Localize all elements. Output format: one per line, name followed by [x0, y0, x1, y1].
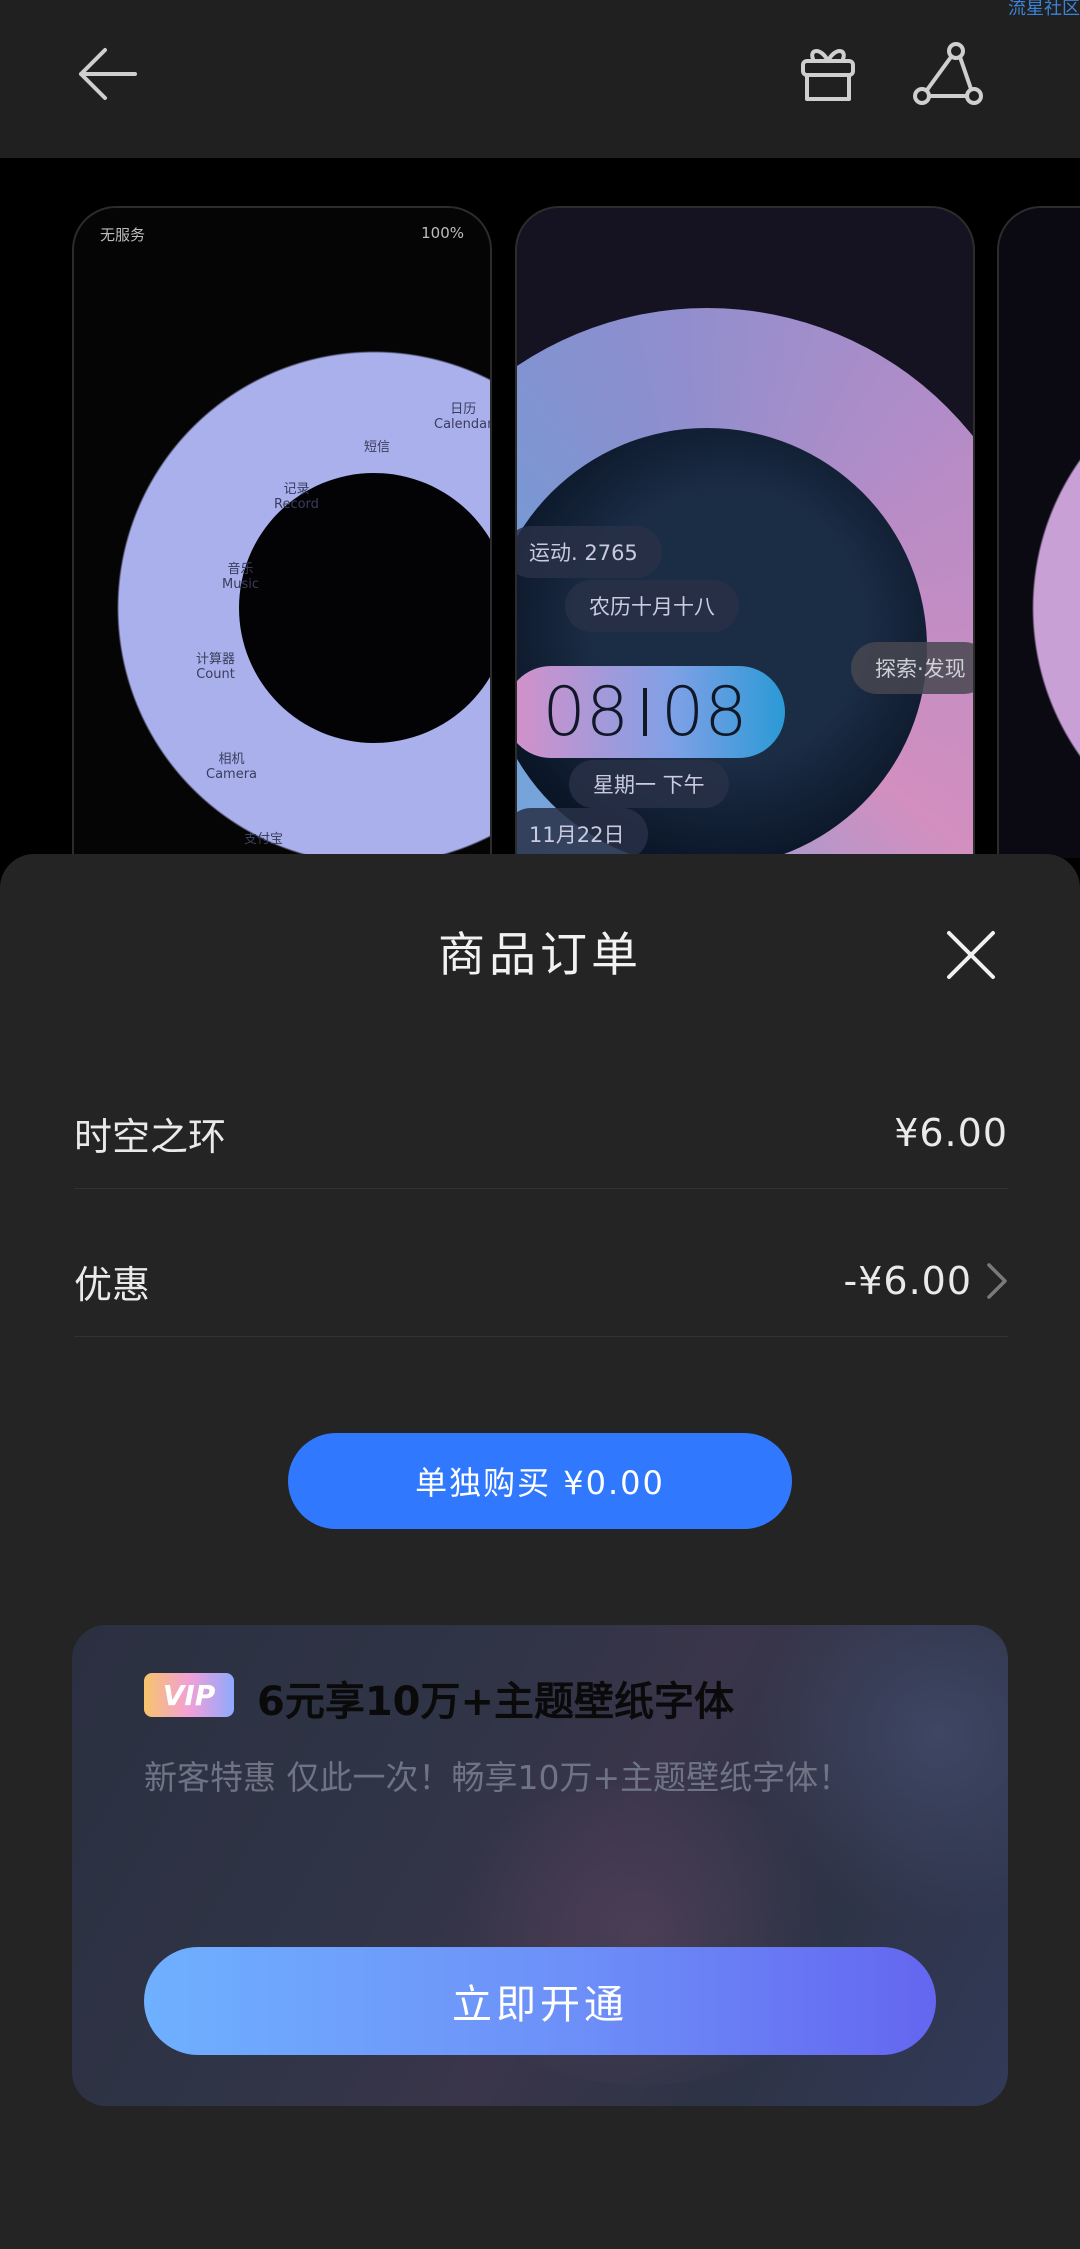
chevron-right-icon: [987, 1263, 1007, 1299]
share-button[interactable]: [908, 36, 988, 112]
app-ring: 日历 Calendar 短信 记录 Record 音乐 Music 计算器 Count …: [114, 348, 492, 858]
preview-card-1[interactable]: 无服务 100% 日历 Calendar 短信 记录 Record 音乐 Music …: [72, 206, 492, 858]
ring-app-calculator: 计算器 Count: [196, 652, 236, 682]
close-button[interactable]: [940, 924, 1002, 986]
ring-app-calendar: 日历 Calendar: [434, 402, 492, 432]
ring-3: [1029, 348, 1080, 858]
lunar-date-pill: 农历十月十八: [565, 580, 739, 632]
theme-preview-carousel[interactable]: 无服务 100% 日历 Calendar 短信 记录 Record 音乐 Music …: [0, 158, 1080, 858]
ring-app-music: 音乐 Music: [222, 562, 259, 592]
gift-button[interactable]: [790, 36, 866, 112]
discount-value: -¥6.00: [843, 1259, 972, 1303]
preview-card-3[interactable]: [997, 206, 1080, 858]
status-battery: 100%: [421, 224, 464, 242]
arrow-left-icon: [79, 48, 137, 100]
gift-icon: [801, 49, 855, 101]
ring-app-sms: 短信: [364, 440, 391, 455]
ring-app-camera: 相机 Camera: [206, 752, 258, 782]
share-icon: [913, 42, 983, 105]
time-display: 08 08: [517, 666, 785, 758]
time-hour: 08: [542, 672, 629, 752]
corner-tag: 流星社区: [1008, 0, 1080, 19]
weekday-pill: 星期一 下午: [569, 760, 729, 808]
date-pill: 11月22日: [517, 808, 649, 858]
top-app-bar: 流星社区: [0, 0, 1080, 158]
activate-vip-button[interactable]: 立即开通: [144, 1947, 936, 2055]
ring-app-record: 记录 Record: [274, 482, 319, 512]
item-price: ¥6.00: [894, 1111, 1008, 1155]
discount-label: 优惠: [74, 1262, 151, 1307]
vip-promo-card: VIP 6元享10万+主题壁纸字体 新客特惠 仅此一次！畅享10万+主题壁纸字体…: [72, 1625, 1008, 2106]
item-name: 时空之环: [74, 1114, 227, 1159]
steps-pill: 运动. 2765: [517, 526, 662, 578]
vip-badge: VIP: [144, 1673, 234, 1717]
preview-card-2[interactable]: 运动. 2765 农历十月十八 08 08 星期一 下午 11月22日 探索·发…: [515, 206, 975, 858]
vip-description: 新客特惠 仅此一次！畅享10万+主题壁纸字体！: [144, 1758, 852, 1797]
ring-center: [239, 473, 490, 743]
sheet-title: 商品订单: [438, 928, 642, 983]
time-minute: 08: [661, 672, 748, 752]
order-item-row: 时空之环 ¥6.00: [74, 1078, 1008, 1189]
vip-title: 6元享10万+主题壁纸字体: [257, 1679, 735, 1725]
close-icon: [947, 931, 995, 979]
order-bottom-sheet: 商品订单 时空之环 ¥6.00 优惠 -¥6.00 单独购买 ¥0.00 VIP…: [0, 854, 1080, 2249]
explore-pill: 探索·发现: [851, 642, 973, 694]
buy-single-button[interactable]: 单独购买 ¥0.00: [288, 1433, 792, 1529]
ring-app-alipay: 支付宝: [244, 832, 284, 847]
discount-value-group: -¥6.00: [844, 1259, 1009, 1303]
status-carrier: 无服务: [100, 226, 146, 244]
time-separator: [643, 688, 647, 736]
discount-row[interactable]: 优惠 -¥6.00: [74, 1226, 1008, 1337]
back-button[interactable]: [62, 36, 152, 112]
